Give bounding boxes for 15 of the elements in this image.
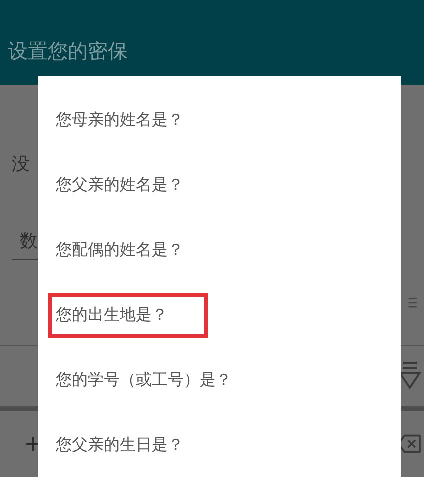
option-label: 您配偶的姓名是？	[55, 239, 185, 261]
option-label: 您父亲的姓名是？	[55, 174, 185, 196]
option-label: 您母亲的姓名是？	[55, 109, 185, 131]
delete-icon[interactable]	[398, 434, 422, 454]
option-label: 您的出生地是？	[48, 293, 208, 338]
option-label: 您的学号（或工号）是？	[55, 369, 233, 391]
option-label: 您父亲的生日是？	[55, 434, 185, 456]
question-option[interactable]: 您父亲的生日是？	[38, 413, 401, 477]
question-option[interactable]: 您母亲的姓名是？	[38, 88, 401, 153]
question-option[interactable]: 您的出生地是？	[38, 283, 401, 348]
question-option[interactable]: 您父亲的姓名是？	[38, 153, 401, 218]
label-text: 没	[12, 152, 30, 176]
question-option[interactable]: 您的学号（或工号）是？	[38, 348, 401, 413]
dropdown-icon[interactable]	[398, 361, 422, 391]
app-bar-title: 设置您的密保	[8, 38, 128, 65]
